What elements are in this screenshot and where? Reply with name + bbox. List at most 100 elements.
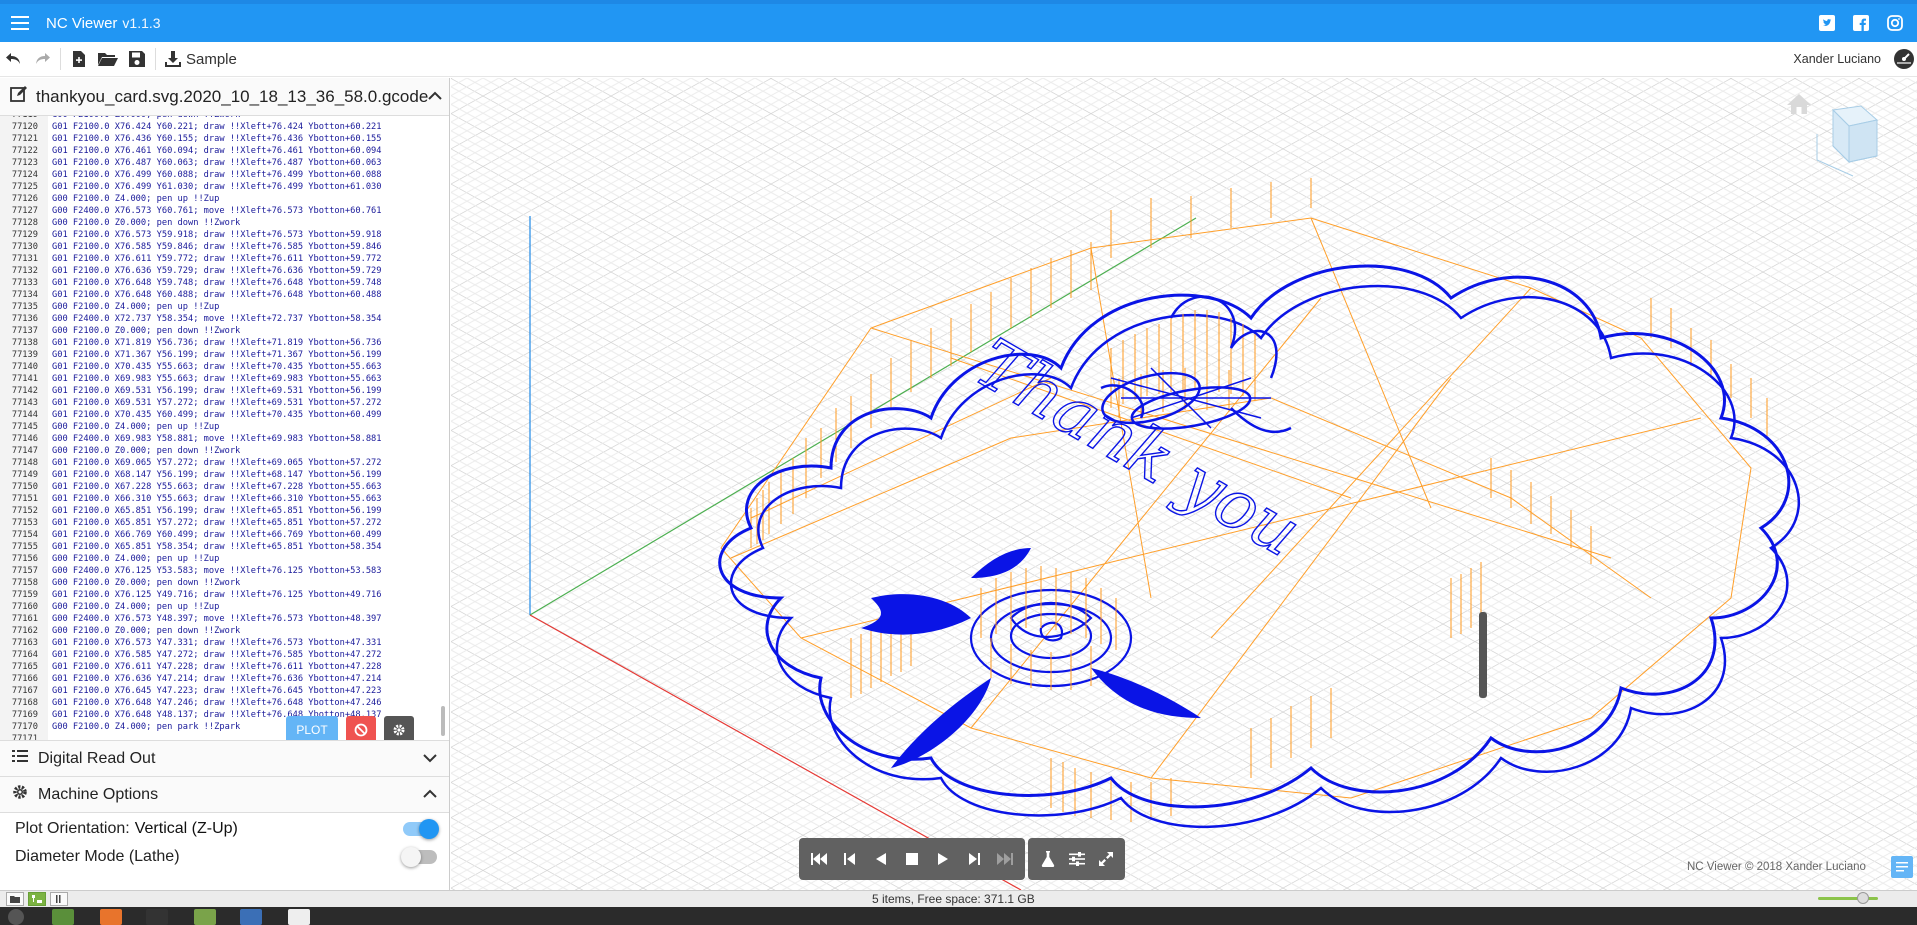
code-line[interactable]: 77168 G01 F2100.0 X76.648 Y47.246; draw !…: [0, 697, 440, 709]
code-line[interactable]: 77159 G01 F2100.0 X76.125 Y49.716; draw !…: [0, 589, 440, 601]
code-line[interactable]: 77161 G00 F2400.0 X76.573 Y48.397; move !…: [0, 613, 440, 625]
code-line[interactable]: 77144 G01 F2100.0 X70.435 Y60.499; draw !…: [0, 409, 440, 421]
skip-to-end-icon[interactable]: [991, 844, 1019, 874]
start-menu-icon[interactable]: [8, 909, 24, 925]
code-line[interactable]: 77133 G01 F2100.0 X76.648 Y59.748; draw !…: [0, 277, 440, 289]
hide-sidebar-icon[interactable]: [50, 892, 68, 906]
undo-button[interactable]: [0, 44, 28, 74]
folder-icon[interactable]: [194, 909, 216, 925]
plot-settings-button[interactable]: [384, 716, 414, 740]
code-line[interactable]: 77143 G01 F2100.0 X69.531 Y57.272; draw !…: [0, 397, 440, 409]
expand-icon[interactable]: [1092, 844, 1119, 874]
code-line[interactable]: 77140 G01 F2100.0 X70.435 Y55.663; draw !…: [0, 361, 440, 373]
code-line[interactable]: 77158 G00 F2100.0 Z0.000; pen down !!Zwor…: [0, 577, 440, 589]
terminal-icon[interactable]: [146, 909, 168, 925]
code-line[interactable]: 77154 G01 F2100.0 X66.769 Y60.499; draw !…: [0, 529, 440, 541]
code-line[interactable]: 77124 G01 F2100.0 X76.499 Y60.088; draw !…: [0, 169, 440, 181]
code-line[interactable]: 77138 G01 F2100.0 X71.819 Y56.736; draw !…: [0, 337, 440, 349]
code-line[interactable]: 77163 G01 F2100.0 X76.573 Y47.331; draw !…: [0, 637, 440, 649]
section-machine-options[interactable]: Machine Options: [0, 777, 449, 813]
taskbar-app-icon[interactable]: [288, 909, 310, 925]
code-line[interactable]: 77164 G01 F2100.0 X76.585 Y47.272; draw !…: [0, 649, 440, 661]
line-text: G00 F2100.0 Z4.000; pen up !!Zup: [52, 302, 220, 312]
code-line[interactable]: 77120 G01 F2100.0 X76.424 Y60.221; draw !…: [0, 121, 440, 133]
line-number: 77165: [0, 661, 48, 673]
3d-viewport[interactable]: Thank you NC Viewer © 2018 Xander Lucian…: [451, 78, 1917, 890]
chevron-up-icon[interactable]: [428, 88, 442, 106]
code-line[interactable]: 77139 G01 F2100.0 X71.367 Y56.199; draw !…: [0, 349, 440, 361]
play-reverse-icon[interactable]: [867, 844, 895, 874]
places-icon[interactable]: [6, 892, 24, 906]
instagram-icon[interactable]: [1886, 15, 1903, 32]
code-line[interactable]: 77155 G01 F2100.0 X65.851 Y58.354; draw !…: [0, 541, 440, 553]
code-line[interactable]: 77152 G01 F2100.0 X65.851 Y56.199; draw !…: [0, 505, 440, 517]
new-file-button[interactable]: [65, 44, 93, 74]
section-digital-read-out[interactable]: Digital Read Out: [0, 741, 449, 777]
code-line[interactable]: 77151 G01 F2100.0 X66.310 Y55.663; draw !…: [0, 493, 440, 505]
code-line[interactable]: 77146 G00 F2400.0 X69.983 Y58.881; move !…: [0, 433, 440, 445]
code-line[interactable]: 77162 G00 F2100.0 Z0.000; pen down !!Zwor…: [0, 625, 440, 637]
stop-icon[interactable]: [898, 844, 926, 874]
step-forward-icon[interactable]: [960, 844, 988, 874]
dashboard-icon[interactable]: [1891, 44, 1917, 74]
zoom-slider[interactable]: [1818, 897, 1878, 900]
view-cube[interactable]: [1803, 100, 1889, 191]
flask-icon[interactable]: [1034, 844, 1061, 874]
code-line[interactable]: 77123 G01 F2100.0 X76.487 Y60.063; draw !…: [0, 157, 440, 169]
twitter-icon[interactable]: [1818, 15, 1835, 32]
layer-slider[interactable]: [1479, 612, 1487, 698]
code-line[interactable]: 77147 G00 F2100.0 Z0.000; pen down !!Zwor…: [0, 445, 440, 457]
code-line[interactable]: 77136 G00 F2400.0 X72.737 Y58.354; move !…: [0, 313, 440, 325]
code-line[interactable]: 77150 G01 F2100.0 X67.228 Y55.663; draw !…: [0, 481, 440, 493]
code-line[interactable]: 77137 G00 F2100.0 Z0.000; pen down !!Zwor…: [0, 325, 440, 337]
code-line[interactable]: 77132 G01 F2100.0 X76.636 Y59.729; draw !…: [0, 265, 440, 277]
code-line[interactable]: 77135 G00 F2100.0 Z4.000; pen up !!Zup: [0, 301, 440, 313]
code-line[interactable]: 77148 G01 F2100.0 X69.065 Y57.272; draw !…: [0, 457, 440, 469]
code-line[interactable]: 77130 G01 F2100.0 X76.585 Y59.846; draw !…: [0, 241, 440, 253]
step-back-icon[interactable]: [836, 844, 864, 874]
code-line[interactable]: 77125 G01 F2100.0 X76.499 Y61.030; draw !…: [0, 181, 440, 193]
document-icon[interactable]: [1891, 856, 1913, 878]
facebook-icon[interactable]: [1852, 15, 1869, 32]
editor-scrollbar[interactable]: [440, 116, 446, 741]
save-button[interactable]: [123, 44, 151, 74]
code-line[interactable]: 77131 G01 F2100.0 X76.611 Y59.772; draw !…: [0, 253, 440, 265]
code-line[interactable]: 77142 G01 F2100.0 X69.531 Y56.199; draw !…: [0, 385, 440, 397]
code-line[interactable]: 77153 G01 F2100.0 X65.851 Y57.272; draw !…: [0, 517, 440, 529]
menu-icon[interactable]: [0, 4, 40, 42]
file-header[interactable]: thankyou_card.svg.2020_10_18_13_36_58.0.…: [0, 78, 449, 116]
code-line[interactable]: 77157 G00 F2400.0 X76.125 Y53.583; move !…: [0, 565, 440, 577]
taskbar-app-icon[interactable]: [52, 909, 74, 925]
code-line[interactable]: 77122 G01 F2100.0 X76.461 Y60.094; draw !…: [0, 145, 440, 157]
code-line[interactable]: 77126 G00 F2100.0 Z4.000; pen up !!Zup: [0, 193, 440, 205]
code-line[interactable]: 77160 G00 F2100.0 Z4.000; pen up !!Zup: [0, 601, 440, 613]
sliders-icon[interactable]: [1063, 844, 1090, 874]
code-line[interactable]: 77128 G00 F2100.0 Z0.000; pen down !!Zwor…: [0, 217, 440, 229]
open-folder-button[interactable]: [93, 44, 123, 74]
code-line[interactable]: 77121 G01 F2100.0 X76.436 Y60.155; draw !…: [0, 133, 440, 145]
skip-to-start-icon[interactable]: [805, 844, 833, 874]
code-line[interactable]: 77166 G01 F2100.0 X76.636 Y47.214; draw !…: [0, 673, 440, 685]
gcode-editor[interactable]: 77119G00 F2100.0 Z0.000; pen down !!Zwor…: [0, 116, 449, 741]
code-line[interactable]: 77141 G01 F2100.0 X69.983 Y55.663; draw !…: [0, 373, 440, 385]
taskbar-app-icon[interactable]: [100, 909, 122, 925]
code-line[interactable]: 77167 G01 F2100.0 X76.645 Y47.223; draw !…: [0, 685, 440, 697]
sample-button[interactable]: Sample: [160, 44, 241, 74]
code-line[interactable]: 77145 G00 F2100.0 Z4.000; pen up !!Zup: [0, 421, 440, 433]
user-name[interactable]: Xander Luciano: [1793, 52, 1881, 66]
zoom-slider-handle[interactable]: [1857, 892, 1869, 904]
plot-button[interactable]: PLOT: [286, 716, 338, 740]
play-icon[interactable]: [929, 844, 957, 874]
code-line[interactable]: 77129 G01 F2100.0 X76.573 Y59.918; draw !…: [0, 229, 440, 241]
taskbar-app-icon[interactable]: [240, 909, 262, 925]
code-line[interactable]: 77127 G00 F2400.0 X76.573 Y60.761; move !…: [0, 205, 440, 217]
code-line[interactable]: 77149 G01 F2100.0 X68.147 Y56.199; draw !…: [0, 469, 440, 481]
tree-view-icon[interactable]: [28, 892, 46, 906]
cancel-plot-button[interactable]: [346, 716, 376, 740]
code-line[interactable]: 77156 G00 F2100.0 Z4.000; pen up !!Zup: [0, 553, 440, 565]
code-line[interactable]: 77134 G01 F2100.0 X76.648 Y60.488; draw !…: [0, 289, 440, 301]
code-line[interactable]: 77165 G01 F2100.0 X76.611 Y47.228; draw !…: [0, 661, 440, 673]
plot-orientation-toggle[interactable]: [403, 819, 439, 839]
redo-button[interactable]: [28, 44, 56, 74]
diameter-mode-toggle[interactable]: [401, 847, 437, 867]
